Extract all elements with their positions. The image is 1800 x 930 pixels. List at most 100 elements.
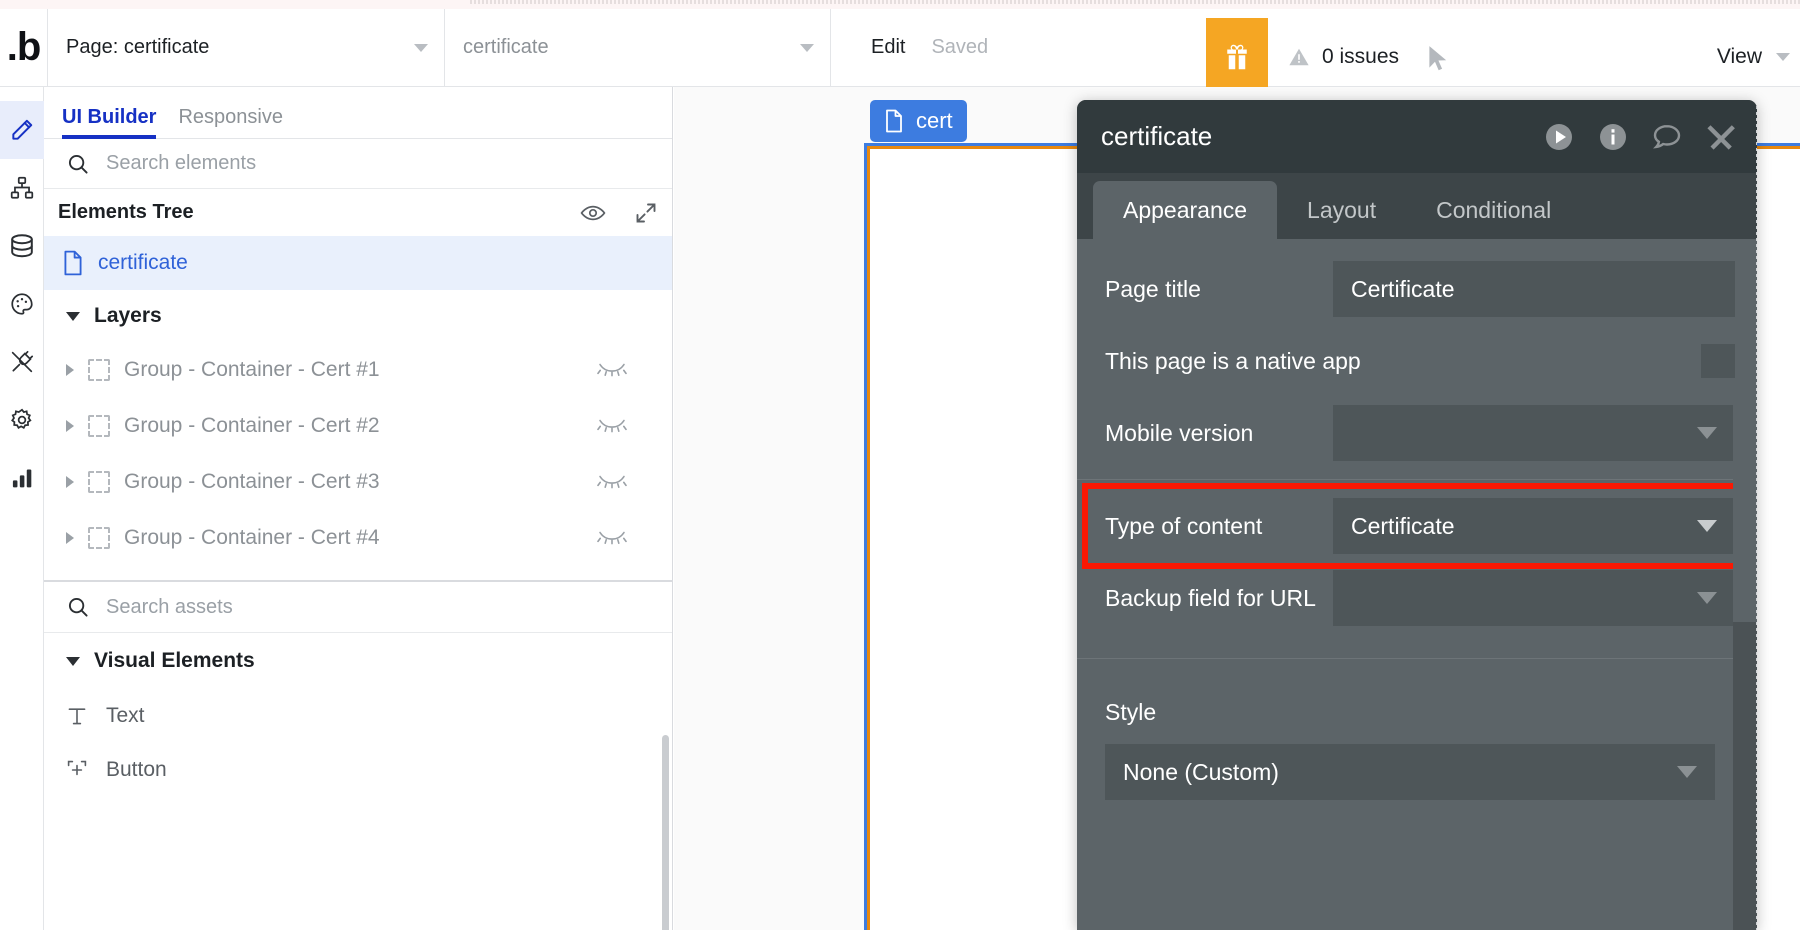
search-icon	[66, 152, 90, 176]
chevron-down-icon	[1697, 520, 1717, 532]
app-header: .b Page: certificate certificate Edit Sa…	[0, 9, 1800, 87]
element-selector-value: certificate	[463, 36, 549, 59]
triangle-right-icon[interactable]	[66, 364, 74, 376]
gift-button[interactable]	[1206, 18, 1268, 95]
asset-label: Button	[106, 758, 167, 782]
header-actions: Edit Saved	[831, 9, 988, 86]
text-t-icon	[66, 705, 88, 727]
left-panel: UI Builder Responsive Search elements El…	[44, 87, 673, 930]
backup-field-url-select[interactable]	[1333, 570, 1735, 626]
dashed-group-icon	[88, 415, 110, 437]
pointer-tool-button[interactable]	[1425, 45, 1451, 78]
close-icon[interactable]	[1705, 122, 1735, 152]
view-menu-label: View	[1717, 45, 1762, 69]
layer-label: Group - Container - Cert #4	[124, 526, 380, 550]
page-selector-value: Page: certificate	[66, 36, 209, 59]
tree-item-certificate[interactable]: certificate	[44, 236, 672, 290]
browser-chrome-strip	[0, 0, 1800, 9]
layer-label: Group - Container - Cert #3	[124, 470, 380, 494]
elements-tree-header: Elements Tree	[44, 189, 672, 236]
tab-ui-builder[interactable]: UI Builder	[62, 106, 156, 138]
tab-layout[interactable]: Layout	[1277, 181, 1406, 239]
database-icon	[8, 232, 36, 260]
property-panel-header: certificate	[1077, 100, 1757, 173]
eye-icon[interactable]	[580, 203, 606, 223]
chevron-down-icon	[1697, 592, 1717, 604]
dashed-group-icon	[88, 527, 110, 549]
triangle-right-icon[interactable]	[66, 476, 74, 488]
asset-item-button[interactable]: Button	[44, 743, 672, 797]
search-elements-row[interactable]: Search elements	[44, 139, 672, 189]
property-panel-scrollbar[interactable]	[1733, 392, 1757, 930]
search-assets-row[interactable]: Search assets	[44, 581, 672, 633]
eye-closed-icon[interactable]	[597, 359, 627, 382]
rail-item-data[interactable]	[0, 217, 44, 275]
chevron-down-icon	[1776, 53, 1790, 61]
rail-item-logs[interactable]	[0, 449, 44, 507]
chevron-down-icon	[800, 44, 814, 52]
eye-closed-icon[interactable]	[597, 471, 627, 494]
gear-icon	[9, 407, 35, 433]
dashed-group-icon	[88, 359, 110, 381]
visual-elements-header[interactable]: Visual Elements	[44, 633, 672, 689]
style-select[interactable]: None (Custom)	[1105, 744, 1715, 800]
field-label: Backup field for URL	[1105, 585, 1333, 612]
layers-section-header[interactable]: Layers	[44, 290, 672, 342]
rail-item-settings[interactable]	[0, 391, 44, 449]
native-app-checkbox[interactable]	[1701, 344, 1735, 378]
saved-status: Saved	[931, 36, 988, 59]
edit-mode-button[interactable]: Edit	[871, 36, 905, 59]
comment-icon[interactable]	[1651, 121, 1683, 153]
layer-row[interactable]: Group - Container - Cert #4	[44, 510, 672, 566]
layer-row[interactable]: Group - Container - Cert #3	[44, 454, 672, 510]
left-panel-scrollbar[interactable]	[662, 735, 669, 930]
info-icon[interactable]	[1597, 121, 1629, 153]
field-native-app: This page is a native app	[1077, 325, 1757, 397]
canvas-page-tag[interactable]: cert	[870, 100, 967, 142]
page-title-input[interactable]: Certificate	[1333, 261, 1735, 317]
preview-play-icon[interactable]	[1543, 121, 1575, 153]
eye-closed-icon[interactable]	[597, 415, 627, 438]
layer-row[interactable]: Group - Container - Cert #1	[44, 342, 672, 398]
expand-diagonal-icon[interactable]	[634, 201, 658, 225]
cursor-arrow-icon	[1425, 45, 1451, 73]
page-selector[interactable]: Page: certificate	[48, 9, 445, 86]
layer-label: Group - Container - Cert #1	[124, 358, 380, 382]
canvas-page-tag-label: cert	[916, 108, 953, 134]
dashed-group-icon	[88, 471, 110, 493]
rail-item-workflow[interactable]	[0, 159, 44, 217]
tab-responsive[interactable]: Responsive	[178, 106, 283, 138]
rail-item-design[interactable]	[0, 101, 44, 159]
button-icon	[66, 759, 88, 781]
search-elements-input[interactable]: Search elements	[106, 152, 256, 175]
triangle-right-icon[interactable]	[66, 532, 74, 544]
property-panel-scrollbar-thumb[interactable]	[1733, 392, 1757, 622]
chevron-down-icon	[414, 44, 428, 52]
page-file-icon	[884, 109, 904, 133]
property-panel-body: Page title Certificate This page is a na…	[1077, 253, 1757, 930]
asset-item-text[interactable]: Text	[44, 689, 672, 743]
layer-row[interactable]: Group - Container - Cert #2	[44, 398, 672, 454]
triangle-down-icon	[66, 312, 80, 321]
bubble-logo[interactable]: .b	[0, 9, 48, 86]
triangle-down-icon	[66, 657, 80, 666]
warning-triangle-icon	[1288, 46, 1310, 68]
field-label: Mobile version	[1105, 420, 1333, 447]
issues-indicator[interactable]: 0 issues	[1288, 18, 1399, 95]
element-selector[interactable]: certificate	[445, 9, 831, 86]
search-assets-input[interactable]: Search assets	[106, 596, 233, 619]
chevron-down-icon	[1677, 766, 1697, 778]
type-of-content-select[interactable]: Certificate	[1333, 498, 1735, 554]
triangle-right-icon[interactable]	[66, 420, 74, 432]
rail-item-styles[interactable]	[0, 275, 44, 333]
eye-closed-icon[interactable]	[597, 527, 627, 550]
field-backup-url: Backup field for URL	[1077, 562, 1757, 634]
gift-icon	[1222, 41, 1252, 73]
b-logo-icon: .b	[7, 27, 41, 67]
rail-item-plugins[interactable]	[0, 333, 44, 391]
tab-appearance[interactable]: Appearance	[1093, 181, 1277, 239]
mobile-version-select[interactable]	[1333, 405, 1735, 461]
tab-conditional[interactable]: Conditional	[1406, 181, 1581, 239]
view-menu[interactable]: View	[1717, 18, 1800, 95]
property-editor-panel: certificate	[1077, 100, 1757, 930]
